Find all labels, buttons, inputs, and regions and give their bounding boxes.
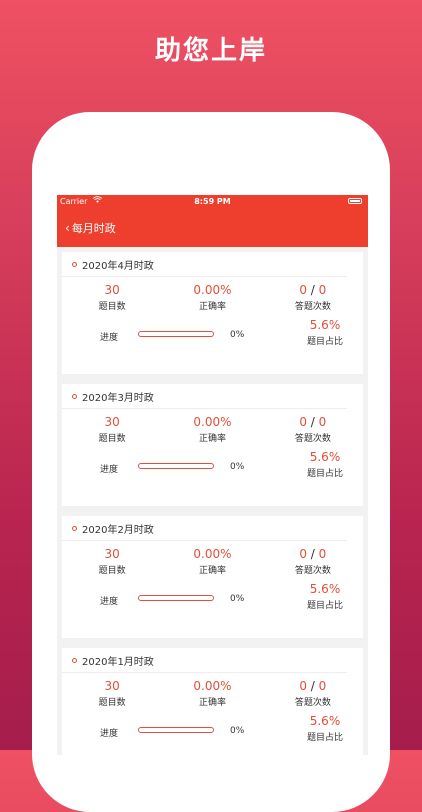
questions-stat: 30 题目数: [62, 283, 162, 312]
battery-icon: [348, 198, 362, 204]
answered-label: 答题次数: [294, 566, 331, 576]
questions-count: 30: [104, 679, 120, 693]
progress-label: 进度: [100, 333, 119, 343]
month-card[interactable]: 2020年4月时政 30 题目数 0.00% 正确率 0 / 0 答题次数 进度…: [62, 252, 363, 374]
accuracy-label: 正确率: [198, 566, 226, 576]
progress-row: 进度 0% 5.6% 题目占比: [62, 318, 363, 354]
accuracy-value: 0.00%: [193, 283, 232, 297]
ratio-value: 5.6%: [309, 450, 341, 464]
accuracy-stat: 0.00% 正确率: [162, 679, 262, 708]
questions-stat: 30 题目数: [62, 679, 162, 708]
month-card[interactable]: 2020年3月时政 30 题目数 0.00% 正确率 0 / 0 答题次数 进度…: [62, 384, 363, 506]
ratio-label: 题目占比: [306, 733, 343, 743]
progress-label: 进度: [100, 465, 119, 475]
stats-row: 30 题目数 0.00% 正确率 0 / 0 答题次数: [62, 283, 363, 312]
ratio-stat: 5.6% 题目占比: [307, 714, 343, 743]
promo-headline: 助您上岸: [154, 36, 267, 66]
accuracy-stat: 0.00% 正确率: [162, 547, 262, 576]
progress-percent: 0%: [230, 726, 245, 736]
ratio-stat: 5.6% 题目占比: [307, 450, 343, 479]
circle-bullet-icon: [72, 393, 77, 399]
month-card[interactable]: 2020年1月时政 30 题目数 0.00% 正确率 0 / 0 答题次数 进度…: [62, 648, 363, 755]
progress-row: 进度 0% 5.6% 题目占比: [62, 714, 363, 750]
answered-value: 0 / 0: [299, 679, 327, 693]
questions-stat: 30 题目数: [62, 547, 162, 576]
status-bar: Carrier 8:59 PM: [57, 195, 368, 209]
progress-percent: 0%: [230, 330, 245, 340]
app-screen: Carrier 8:59 PM ‹ 每月时政 2020年4月时政 30 题目数 …: [57, 195, 368, 755]
card-title: 2020年2月时政: [82, 524, 154, 536]
back-chevron-icon[interactable]: ‹: [65, 221, 70, 235]
circle-bullet-icon: [72, 525, 77, 531]
card-header: 2020年1月时政: [62, 648, 347, 673]
stats-row: 30 题目数 0.00% 正确率 0 / 0 答题次数: [62, 415, 363, 444]
answered-value: 0 / 0: [299, 415, 327, 429]
stats-row: 30 题目数 0.00% 正确率 0 / 0 答题次数: [62, 547, 363, 576]
answered-label: 答题次数: [294, 302, 331, 312]
questions-stat: 30 题目数: [62, 415, 162, 444]
accuracy-label: 正确率: [198, 302, 226, 312]
accuracy-label: 正确率: [198, 698, 226, 708]
questions-label: 题目数: [98, 698, 126, 708]
card-title: 2020年4月时政: [82, 260, 154, 272]
progress-row: 进度 0% 5.6% 题目占比: [62, 582, 363, 618]
progress-bar: [138, 463, 214, 469]
progress-percent: 0%: [230, 594, 245, 604]
circle-bullet-icon: [72, 657, 77, 663]
progress-label: 进度: [100, 597, 119, 607]
questions-label: 题目数: [98, 434, 126, 444]
accuracy-value: 0.00%: [193, 547, 232, 561]
progress-row: 进度 0% 5.6% 题目占比: [62, 450, 363, 486]
progress-percent: 0%: [230, 462, 245, 472]
card-header: 2020年2月时政: [62, 516, 347, 541]
stats-row: 30 题目数 0.00% 正确率 0 / 0 答题次数: [62, 679, 363, 708]
ratio-label: 题目占比: [306, 337, 343, 347]
ratio-stat: 5.6% 题目占比: [307, 318, 343, 347]
ratio-value: 5.6%: [309, 582, 341, 596]
accuracy-stat: 0.00% 正确率: [162, 283, 262, 312]
questions-count: 30: [104, 283, 120, 297]
clock: 8:59 PM: [194, 197, 231, 206]
answered-value: 0 / 0: [299, 283, 327, 297]
answered-stat: 0 / 0 答题次数: [263, 547, 363, 576]
progress-bar: [138, 727, 214, 733]
month-card[interactable]: 2020年2月时政 30 题目数 0.00% 正确率 0 / 0 答题次数 进度…: [62, 516, 363, 638]
answered-label: 答题次数: [294, 434, 331, 444]
ratio-label: 题目占比: [306, 601, 343, 611]
month-list: 2020年4月时政 30 题目数 0.00% 正确率 0 / 0 答题次数 进度…: [57, 247, 368, 755]
questions-label: 题目数: [98, 566, 126, 576]
progress-label: 进度: [100, 729, 119, 739]
progress-bar: [138, 331, 214, 337]
nav-title: 每月时政: [71, 222, 116, 235]
card-title: 2020年3月时政: [82, 392, 154, 404]
card-header: 2020年4月时政: [62, 252, 347, 277]
ratio-value: 5.6%: [309, 714, 341, 728]
card-title: 2020年1月时政: [82, 656, 154, 668]
progress-bar: [138, 595, 214, 601]
questions-count: 30: [104, 415, 120, 429]
accuracy-value: 0.00%: [193, 679, 232, 693]
circle-bullet-icon: [72, 261, 77, 267]
ratio-stat: 5.6% 题目占比: [307, 582, 343, 611]
questions-label: 题目数: [98, 302, 126, 312]
questions-count: 30: [104, 547, 120, 561]
accuracy-stat: 0.00% 正确率: [162, 415, 262, 444]
answered-stat: 0 / 0 答题次数: [263, 679, 363, 708]
answered-label: 答题次数: [294, 698, 331, 708]
accuracy-value: 0.00%: [193, 415, 232, 429]
answered-value: 0 / 0: [299, 547, 327, 561]
ratio-value: 5.6%: [309, 318, 341, 332]
nav-bar: ‹ 每月时政: [57, 209, 368, 247]
card-header: 2020年3月时政: [62, 384, 347, 409]
answered-stat: 0 / 0 答题次数: [263, 415, 363, 444]
answered-stat: 0 / 0 答题次数: [263, 283, 363, 312]
ratio-label: 题目占比: [306, 469, 343, 479]
accuracy-label: 正确率: [198, 434, 226, 444]
